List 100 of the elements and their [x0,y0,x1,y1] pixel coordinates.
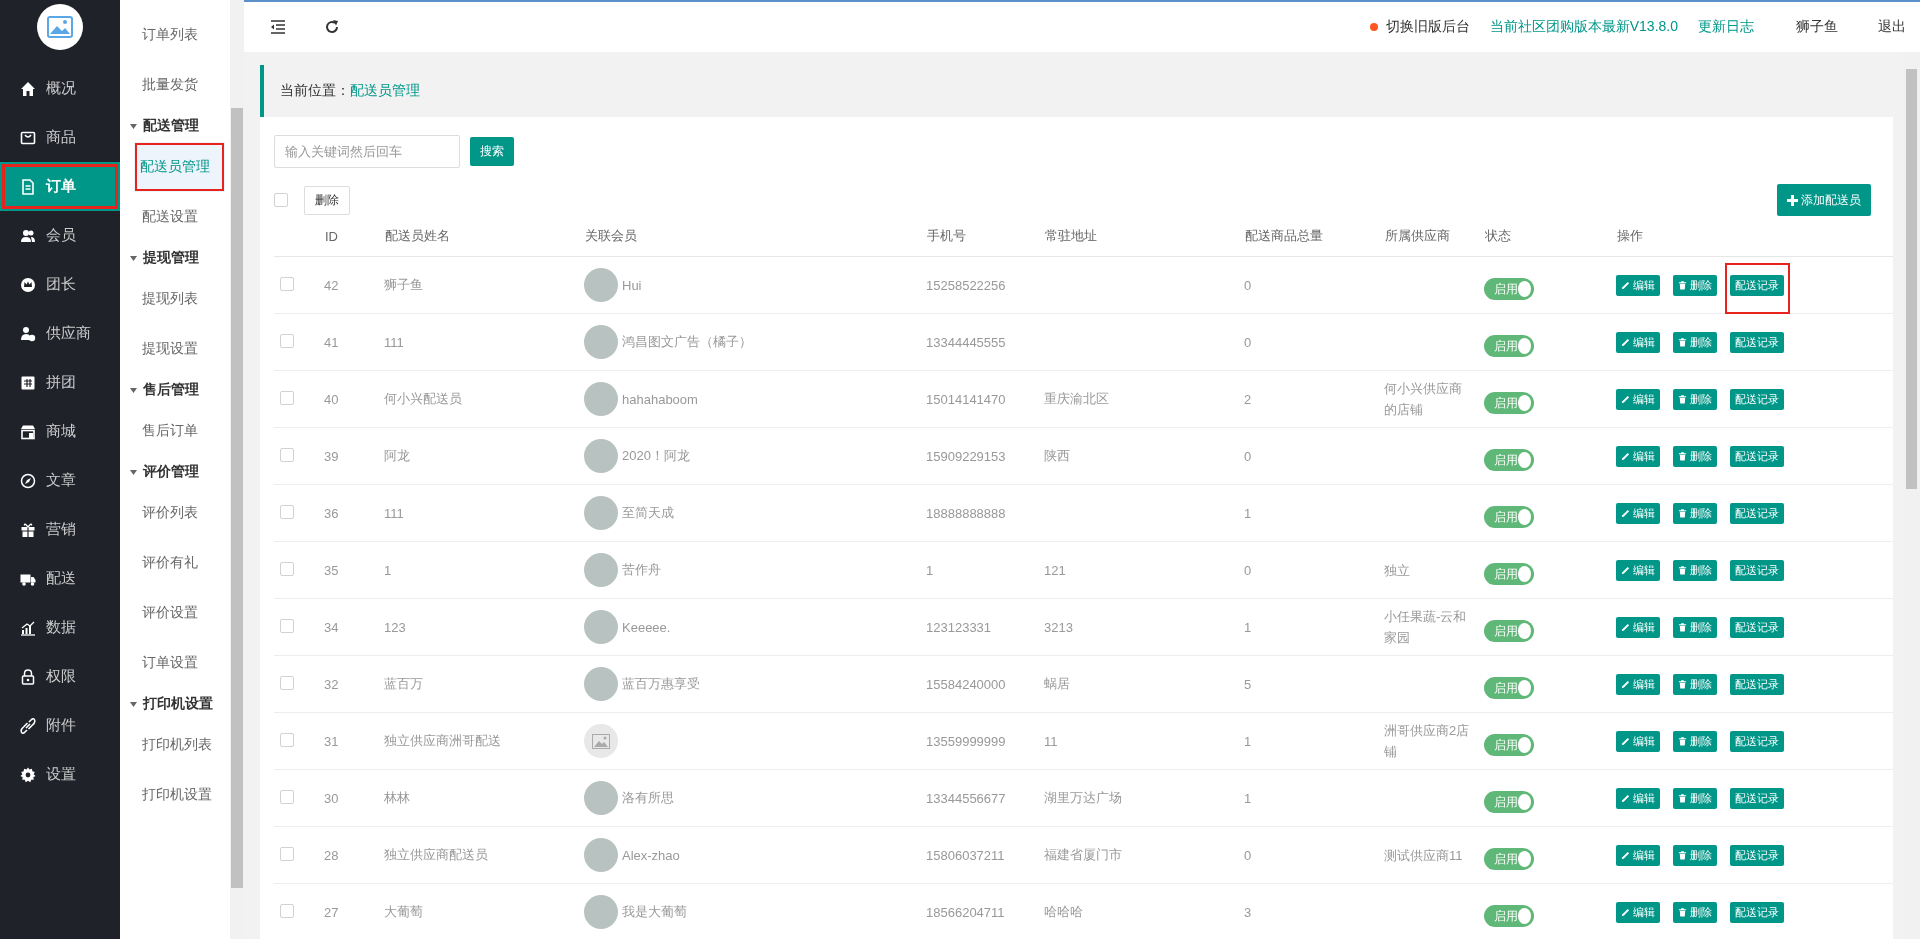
status-toggle[interactable]: 启用 [1484,335,1534,357]
row-checkbox[interactable] [280,675,294,690]
nav-item[interactable]: 数据 [0,603,120,652]
submenu-group[interactable]: 提现管理 [120,242,230,274]
row-checkbox[interactable] [280,732,294,747]
delete-button[interactable]: 删除 [1673,730,1717,752]
status-toggle[interactable]: 启用 [1484,449,1534,471]
delivery-records-button[interactable]: 配送记录 [1730,730,1784,752]
row-checkbox[interactable] [280,333,294,348]
submenu-item[interactable]: 评价有礼 [120,538,230,588]
status-toggle[interactable]: 启用 [1484,392,1534,414]
row-checkbox[interactable] [280,504,294,519]
delete-button[interactable]: 删除 [1673,274,1717,296]
row-checkbox[interactable] [280,390,294,405]
nav-item[interactable]: 配送 [0,554,120,603]
edit-button[interactable]: 编辑 [1616,844,1660,866]
nav-item[interactable]: 概况 [0,64,120,113]
nav-item[interactable]: 会员 [0,211,120,260]
edit-button[interactable]: 编辑 [1616,730,1660,752]
status-toggle[interactable]: 启用 [1484,620,1534,642]
row-checkbox[interactable] [280,903,294,918]
delete-button[interactable]: 删除 [1673,559,1717,581]
delivery-records-button[interactable]: 配送记录 [1730,787,1784,809]
delete-button[interactable]: 删除 [1673,787,1717,809]
submenu-item[interactable]: 评价列表 [120,488,230,538]
row-checkbox[interactable] [280,276,294,291]
version-link[interactable]: 当前社区团购版本最新V13.8.0 [1489,18,1678,36]
row-checkbox[interactable] [280,789,294,804]
submenu-item[interactable]: 打印机列表 [120,720,230,770]
delivery-records-button[interactable]: 配送记录 [1730,388,1784,410]
edit-button[interactable]: 编辑 [1616,901,1660,923]
submenu-item[interactable]: 打印机设置 [120,770,230,820]
delivery-records-button[interactable]: 配送记录 [1730,844,1784,866]
row-checkbox[interactable] [280,447,294,462]
submenu-group[interactable]: 评价管理 [120,456,230,488]
username[interactable]: 狮子鱼 [1796,18,1838,36]
nav-item[interactable]: 商城 [0,407,120,456]
submenu-item[interactable]: 提现列表 [120,274,230,324]
nav-item[interactable]: 订单 [0,162,120,211]
status-toggle[interactable]: 启用 [1484,563,1534,585]
status-toggle[interactable]: 启用 [1484,278,1534,300]
submenu-item[interactable]: 配送员管理 [134,142,225,192]
submenu-item[interactable]: 批量发货 [120,60,230,110]
status-toggle[interactable]: 启用 [1484,791,1534,813]
nav-item[interactable]: 营销 [0,505,120,554]
add-courier-button[interactable]: 添加配送员 [1777,184,1871,216]
delivery-records-button[interactable]: 配送记录 [1730,502,1784,524]
delivery-records-button[interactable]: 配送记录 [1730,445,1784,467]
select-all-checkbox[interactable] [274,193,288,207]
status-toggle[interactable]: 启用 [1484,848,1534,870]
submenu-group[interactable]: 配送管理 [120,110,230,142]
delete-button[interactable]: 删除 [1673,901,1717,923]
changelog-link[interactable]: 更新日志 [1698,18,1754,36]
status-toggle[interactable]: 启用 [1484,734,1534,756]
submenu-item[interactable]: 配送设置 [120,192,230,242]
submenu-item[interactable]: 订单列表 [120,10,230,60]
edit-button[interactable]: 编辑 [1616,502,1660,524]
delivery-records-button[interactable]: 配送记录 [1730,274,1784,296]
delivery-records-button[interactable]: 配送记录 [1730,673,1784,695]
nav-item[interactable]: 供应商 [0,309,120,358]
delete-button[interactable]: 删除 [1673,502,1717,524]
delete-button[interactable]: 删除 [1673,844,1717,866]
submenu-group[interactable]: 打印机设置 [120,688,230,720]
scrollbar-thumb[interactable] [231,108,243,888]
status-toggle[interactable]: 启用 [1484,905,1534,927]
delete-button[interactable]: 删除 [1673,616,1717,638]
nav-item[interactable]: 权限 [0,652,120,701]
status-toggle[interactable]: 启用 [1484,677,1534,699]
nav-item[interactable]: 附件 [0,701,120,750]
edit-button[interactable]: 编辑 [1616,445,1660,467]
delete-button[interactable]: 删除 [1673,331,1717,353]
switch-old-version-link[interactable]: 切换旧版后台 [1385,18,1470,36]
nav-item[interactable]: 拼团 [0,358,120,407]
submenu-item[interactable]: 提现设置 [120,324,230,374]
delete-button[interactable]: 删除 [1673,673,1717,695]
edit-button[interactable]: 编辑 [1616,787,1660,809]
delete-button[interactable]: 删除 [304,185,350,215]
submenu-item[interactable]: 售后订单 [120,406,230,456]
nav-item[interactable]: 商品 [0,113,120,162]
refresh-icon[interactable] [324,19,340,35]
breadcrumb-link[interactable]: 配送员管理 [350,82,420,100]
delete-button[interactable]: 删除 [1673,445,1717,467]
submenu-item[interactable]: 评价设置 [120,588,230,638]
submenu-item[interactable]: 订单设置 [120,638,230,688]
nav-item[interactable]: 团长 [0,260,120,309]
status-toggle[interactable]: 启用 [1484,506,1534,528]
search-button[interactable]: 搜索 [470,137,514,166]
menu-collapse-icon[interactable] [270,19,286,35]
edit-button[interactable]: 编辑 [1616,274,1660,296]
row-checkbox[interactable] [280,846,294,861]
edit-button[interactable]: 编辑 [1616,616,1660,638]
delivery-records-button[interactable]: 配送记录 [1730,901,1784,923]
row-checkbox[interactable] [280,561,294,576]
edit-button[interactable]: 编辑 [1616,673,1660,695]
search-field[interactable]: 输入关键词然后回车 [274,135,460,168]
edit-button[interactable]: 编辑 [1616,388,1660,410]
delivery-records-button[interactable]: 配送记录 [1730,559,1784,581]
edit-button[interactable]: 编辑 [1616,559,1660,581]
nav-item[interactable]: 设置 [0,750,120,799]
row-checkbox[interactable] [280,618,294,633]
